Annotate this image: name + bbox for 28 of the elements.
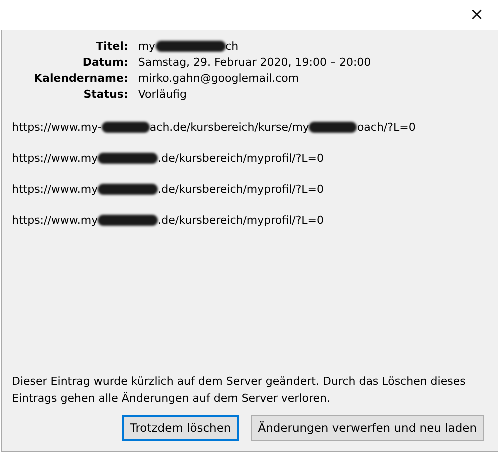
text-fragment: oach/?L=0 <box>357 121 416 134</box>
redaction-scribble <box>98 215 158 226</box>
redaction-scribble <box>156 41 226 52</box>
warning-message: Dieser Eintrag wurde kürzlich auf dem Server geändert. Durch das Löschen dieses Eintrags gehen alle Änderungen auf dem Server verloren. <box>12 374 467 407</box>
text-fragment: ch <box>226 39 239 54</box>
redaction-scribble <box>102 122 150 133</box>
field-label: Titel: <box>95 39 128 54</box>
field-label: Datum: <box>82 55 128 70</box>
redaction-scribble <box>98 153 158 164</box>
text-fragment: https://www.my <box>12 152 98 165</box>
text-fragment: Samstag, 29. Februar 2020, 19:00 – 20:00 <box>138 55 372 70</box>
redaction-scribble <box>309 122 358 133</box>
text-fragment: https://www.my- <box>12 121 102 134</box>
text-fragment: mirko.gahn@googlemail.com <box>138 71 300 86</box>
dialog-button[interactable]: Änderungen verwerfen und neu laden <box>251 415 484 441</box>
text-fragment: .de/kursbereich/myprofil/?L=0 <box>158 214 324 227</box>
text-fragment: ach.de/kursbereich/kurse/my <box>150 121 310 134</box>
field-label: Kalendername: <box>34 71 128 86</box>
text-fragment: .de/kursbereich/myprofil/?L=0 <box>158 183 324 196</box>
dialog-button[interactable]: Trotzdem löschen <box>122 415 240 441</box>
redaction-scribble <box>98 184 158 195</box>
text-fragment: my <box>138 39 156 54</box>
text-fragment: .de/kursbereich/myprofil/?L=0 <box>158 152 324 165</box>
field-label: Status: <box>82 87 128 102</box>
text-fragment: https://www.my <box>12 214 98 227</box>
text-fragment: Vorläufig <box>138 87 187 102</box>
close-button[interactable]: × <box>454 0 500 30</box>
text-fragment: https://www.my <box>12 183 98 196</box>
